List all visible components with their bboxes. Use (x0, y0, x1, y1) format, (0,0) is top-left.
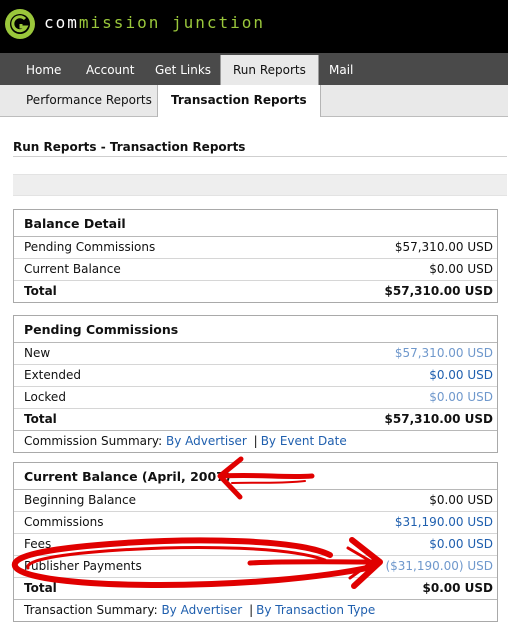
total-label: Total (24, 581, 57, 595)
row-value: $0.00 USD (429, 493, 493, 507)
commissions-row: Commissions $31,190.00 USD (14, 512, 497, 534)
beginning-balance-row: Beginning Balance $0.00 USD (14, 490, 497, 512)
by-event-date-link[interactable]: By Event Date (261, 434, 347, 448)
tab-mail[interactable]: Mail (329, 53, 353, 85)
new-value-link[interactable]: $57,310.00 USD (395, 343, 493, 364)
tab-performance-reports[interactable]: Performance Reports (26, 85, 152, 116)
commission-summary-row: Commission Summary: By Advertiser | By Ev… (14, 431, 497, 452)
balance-detail-heading: Balance Detail (14, 210, 497, 237)
link-separator: | (253, 434, 258, 448)
row-value: $57,310.00 USD (394, 240, 493, 254)
by-transaction-type-link[interactable]: By Transaction Type (256, 603, 375, 617)
pending-commissions-heading: Pending Commissions (14, 316, 497, 343)
fees-value-link[interactable]: $0.00 USD (429, 534, 493, 555)
by-advertiser-link[interactable]: By Advertiser (166, 434, 247, 448)
brand-name-part1: com (44, 13, 79, 32)
locked-row: Locked $0.00 USD (14, 387, 497, 409)
row-label: Locked (24, 390, 66, 404)
current-balance-heading: Current Balance (April, 2007) (14, 463, 497, 490)
publisher-payments-value-link[interactable]: ($31,190.00) USD (385, 556, 493, 577)
summary-label: Commission Summary: (24, 434, 163, 448)
total-label: Total (24, 284, 57, 298)
tab-run-reports[interactable]: Run Reports (220, 55, 319, 87)
balance-total-row: Total $57,310.00 USD (14, 281, 497, 302)
by-advertiser-link[interactable]: By Advertiser (161, 603, 242, 617)
transaction-summary-row: Transaction Summary: By Advertiser | By T… (14, 600, 497, 621)
row-value: $0.00 USD (429, 262, 493, 276)
brand-name-part3: junction (160, 13, 266, 32)
row-label: Extended (24, 368, 81, 382)
main-nav: Home Account Get Links Run Reports Mail (0, 53, 508, 87)
total-value: $57,310.00 USD (384, 412, 493, 426)
tab-transaction-reports[interactable]: Transaction Reports (157, 85, 321, 117)
page-title: Run Reports - Transaction Reports (13, 140, 246, 154)
extended-value-link[interactable]: $0.00 USD (429, 365, 493, 386)
total-value: $0.00 USD (422, 581, 493, 595)
brand-name-part2: mission (78, 13, 161, 32)
title-divider (13, 156, 507, 157)
row-label: Pending Commissions (24, 240, 156, 254)
current-balance-panel: Current Balance (April, 2007) Beginning … (13, 462, 498, 622)
extended-row: Extended $0.00 USD (14, 365, 497, 387)
toolbar-strip (13, 174, 507, 196)
commissions-value-link[interactable]: $31,190.00 USD (395, 512, 493, 533)
cj-swirl-icon (6, 10, 34, 38)
tab-get-links[interactable]: Get Links (155, 53, 211, 85)
total-label: Total (24, 412, 57, 426)
tab-home[interactable]: Home (26, 53, 61, 85)
locked-value-link[interactable]: $0.00 USD (429, 387, 493, 408)
row-label: New (24, 346, 51, 360)
balance-detail-panel: Balance Detail Pending Commissions $57,3… (13, 209, 498, 303)
cj-logo-icon[interactable] (5, 9, 35, 39)
pending-total-row: Total $57,310.00 USD (14, 409, 497, 431)
fees-row: Fees $0.00 USD (14, 534, 497, 556)
current-balance-total-row: Total $0.00 USD (14, 578, 497, 600)
tab-account[interactable]: Account (86, 53, 134, 85)
row-label: Beginning Balance (24, 493, 137, 507)
row-label: Fees (24, 537, 52, 551)
publisher-payments-row: Publisher Payments ($31,190.00) USD (14, 556, 497, 578)
header-bar: commission junction (0, 0, 508, 53)
brand-name: commission junction (44, 13, 265, 32)
pending-commissions-row: Pending Commissions $57,310.00 USD (14, 237, 497, 259)
total-value: $57,310.00 USD (384, 284, 493, 298)
row-label: Publisher Payments (24, 559, 142, 573)
sub-nav: Performance Reports Transaction Reports (0, 85, 508, 117)
current-balance-row: Current Balance $0.00 USD (14, 259, 497, 281)
link-separator: | (249, 603, 254, 617)
summary-label: Transaction Summary: (24, 603, 158, 617)
new-row: New $57,310.00 USD (14, 343, 497, 365)
row-label: Commissions (24, 515, 104, 529)
row-label: Current Balance (24, 262, 121, 276)
pending-commissions-panel: Pending Commissions New $57,310.00 USD E… (13, 315, 498, 453)
